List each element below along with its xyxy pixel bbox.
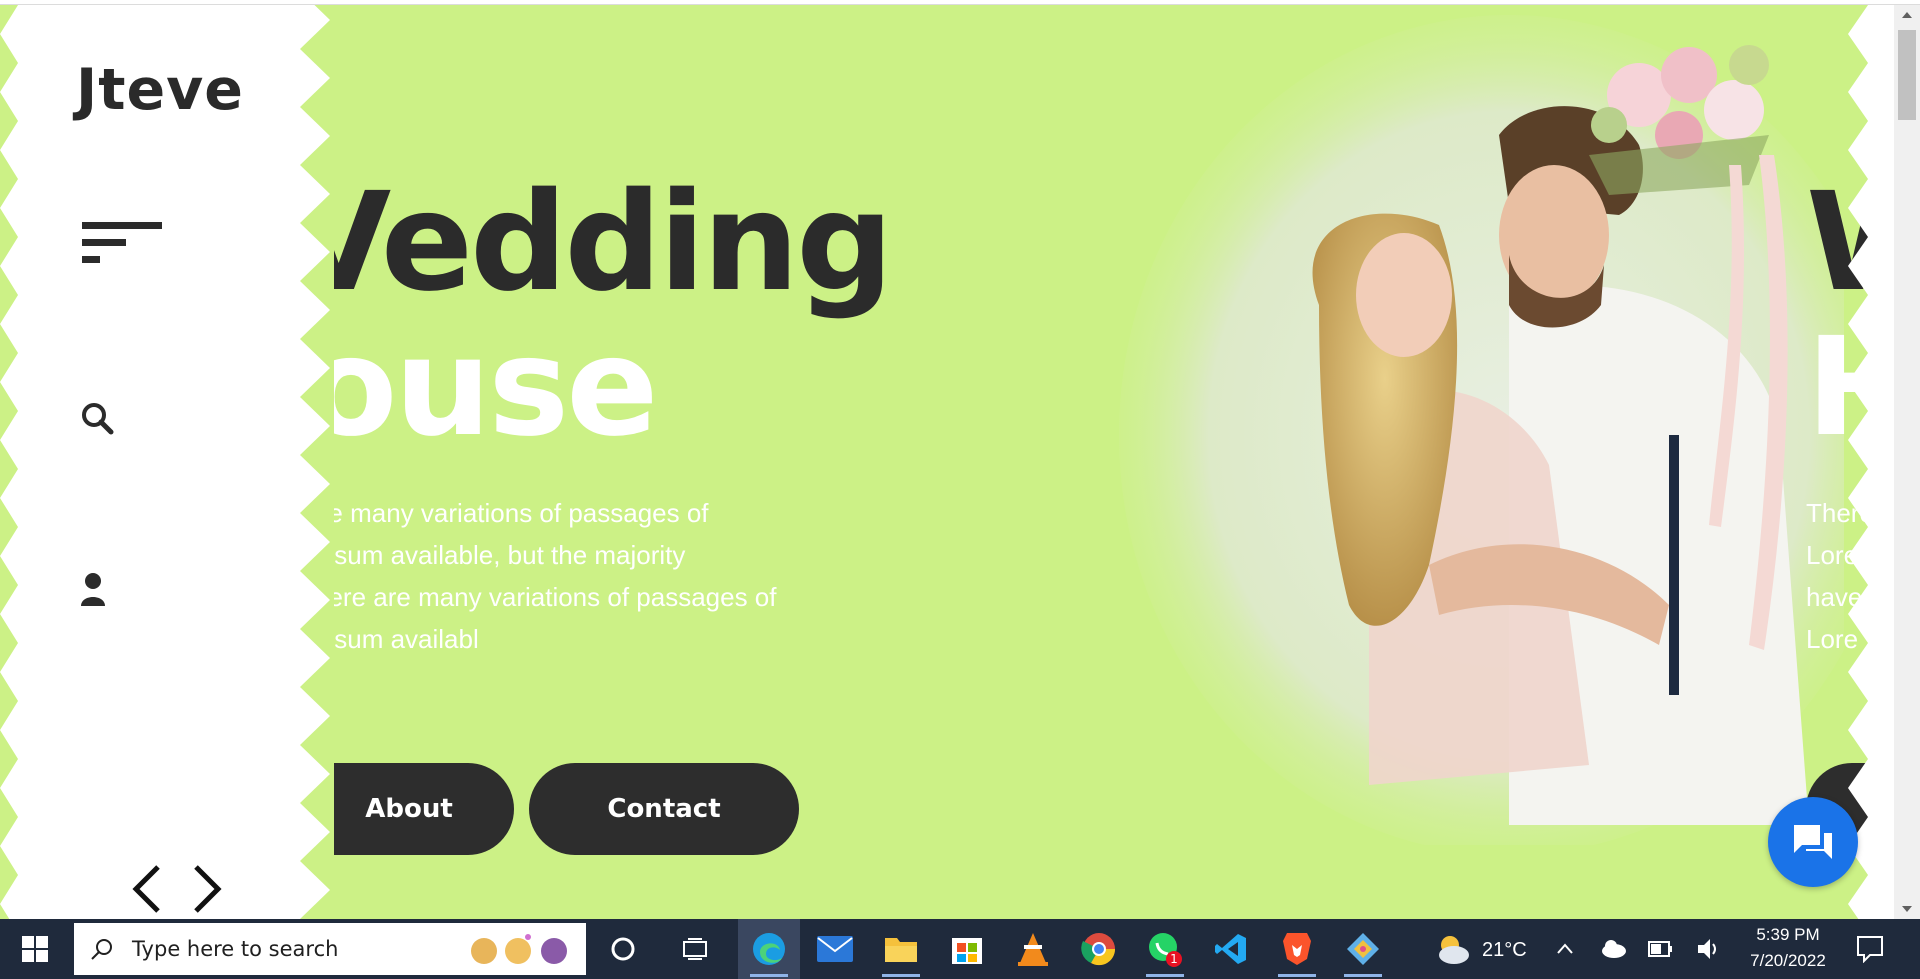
cortana-circle-icon xyxy=(611,937,635,961)
taskbar-app-vscode[interactable] xyxy=(1200,919,1262,979)
clock-date[interactable]: 7/20/2022 xyxy=(1740,951,1836,971)
vertical-scrollbar[interactable] xyxy=(1894,5,1920,919)
store-icon xyxy=(952,938,982,964)
hero-heading-line2: ouse xyxy=(334,309,658,467)
whatsapp-icon: 1 xyxy=(1149,933,1182,967)
taskbar: Type here to search 1 21°C 5:39 PM 7/20/… xyxy=(0,919,1920,979)
slider-navigation xyxy=(128,863,226,915)
whatsapp-badge-count: 1 xyxy=(1170,952,1178,966)
chrome-icon xyxy=(1081,933,1116,966)
taskbar-search-placeholder: Type here to search xyxy=(132,937,339,961)
chat-button[interactable] xyxy=(1768,797,1858,887)
hero-slide: Vedding ouse ire many variations of pass… xyxy=(334,5,1844,919)
contact-button-label: Contact xyxy=(607,794,721,824)
hero-paragraph-line: nere are many variations of passages of xyxy=(334,582,777,612)
right-zigzag-border xyxy=(1848,5,1894,919)
task-view-button[interactable] xyxy=(664,919,726,979)
taskbar-app-file-explorer[interactable] xyxy=(870,919,932,979)
hero-paragraph-line: lpsum availabl xyxy=(334,624,479,654)
active-app-indicator xyxy=(750,974,788,977)
brave-lion-icon xyxy=(1283,933,1311,965)
volume-speaker-icon[interactable] xyxy=(1696,937,1722,961)
taskbar-app-mail[interactable] xyxy=(804,919,866,979)
open-app-indicator xyxy=(882,974,920,977)
taskbar-app-vlc[interactable] xyxy=(1002,919,1064,979)
scroll-up-arrow-icon[interactable] xyxy=(1894,5,1920,27)
git-tool-icon xyxy=(1347,933,1379,965)
battery-icon[interactable] xyxy=(1648,939,1674,959)
task-view-icon xyxy=(683,938,707,960)
taskbar-app-store[interactable] xyxy=(936,919,998,979)
user-icon[interactable] xyxy=(80,572,106,606)
hamburger-menu-icon[interactable] xyxy=(82,220,162,270)
hero-paragraph-line: lpsum available, but the majority xyxy=(334,540,686,570)
clock-time[interactable]: 5:39 PM xyxy=(1740,925,1836,945)
weather-temperature[interactable]: 21°C xyxy=(1482,939,1527,962)
taskbar-app-chrome[interactable] xyxy=(1068,919,1130,979)
chevron-right-icon[interactable] xyxy=(186,863,226,915)
scroll-down-arrow-icon[interactable] xyxy=(1894,897,1920,919)
weather-cloud-sun-icon[interactable] xyxy=(1434,931,1472,967)
edge-browser-icon xyxy=(753,933,785,965)
taskbar-app-whatsapp[interactable]: 1 xyxy=(1134,919,1196,979)
vlc-cone-icon xyxy=(1018,933,1048,966)
about-button[interactable]: About xyxy=(334,763,514,855)
search-icon[interactable] xyxy=(80,401,114,435)
sidebar-zigzag-shape xyxy=(0,5,330,919)
site-logo[interactable]: Jteve xyxy=(76,57,244,123)
open-app-indicator xyxy=(1146,974,1184,977)
taskbar-app-brave[interactable] xyxy=(1266,919,1328,979)
open-app-indicator xyxy=(1344,974,1382,977)
vscode-icon xyxy=(1215,934,1246,964)
mail-icon xyxy=(817,936,853,962)
search-highlight-moon-icon xyxy=(471,934,567,964)
page-viewport: Vedding ouse ire many variations of pass… xyxy=(0,5,1894,919)
chevron-up-icon[interactable] xyxy=(1555,939,1575,959)
notifications-icon[interactable] xyxy=(1856,935,1884,963)
contact-button[interactable]: Contact xyxy=(529,763,799,855)
scrollbar-thumb[interactable] xyxy=(1898,30,1916,120)
hero-paragraph-line: ire many variations of passages of xyxy=(334,498,709,528)
couple-photo xyxy=(1119,15,1844,845)
folder-icon xyxy=(885,938,917,962)
onedrive-cloud-icon[interactable] xyxy=(1600,937,1628,959)
start-button[interactable] xyxy=(0,919,70,979)
cortana-button[interactable] xyxy=(592,919,654,979)
sidebar: Jteve xyxy=(0,5,330,919)
taskbar-search-box[interactable]: Type here to search xyxy=(74,923,586,975)
hero-heading-line1: Vedding xyxy=(334,164,894,322)
search-icon xyxy=(91,939,112,960)
about-button-label: About xyxy=(365,794,453,824)
taskbar-app-gitkraken[interactable] xyxy=(1332,919,1394,979)
chat-bubble-icon xyxy=(1794,825,1832,859)
open-app-indicator xyxy=(1278,974,1316,977)
chevron-left-icon[interactable] xyxy=(128,863,168,915)
taskbar-app-edge[interactable] xyxy=(738,919,800,979)
hero-paragraph: ire many variations of passages of lpsum… xyxy=(334,492,854,660)
windows-logo-icon xyxy=(22,936,48,962)
